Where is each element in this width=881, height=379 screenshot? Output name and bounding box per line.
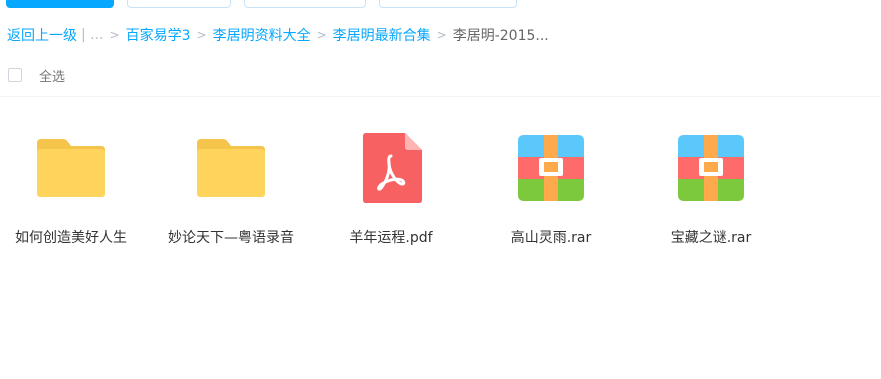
breadcrumb-item[interactable]: 李居明资料大全 <box>213 25 311 45</box>
file-name: 如何创造美好人生 <box>15 230 127 246</box>
my-devices-button[interactable] <box>379 0 517 8</box>
back-link[interactable]: 返回上一级 <box>7 25 77 45</box>
archive-icon <box>471 128 631 208</box>
file-item[interactable]: 羊年运程.pdf <box>311 120 471 260</box>
breadcrumb-separator-icon: > <box>436 28 447 42</box>
file-name: 宝藏之谜.rar <box>670 230 752 246</box>
breadcrumb-item[interactable]: 李居明最新合集 <box>333 25 431 45</box>
file-item[interactable]: 如何创造美好人生 <box>0 120 151 260</box>
breadcrumb-current: 李居明-2015... <box>452 28 549 44</box>
file-item[interactable]: 高山灵雨.rar <box>471 120 631 260</box>
offline-download-button[interactable] <box>244 0 366 8</box>
select-all-checkbox[interactable] <box>8 68 22 82</box>
select-all-label[interactable]: 全选 <box>39 66 65 85</box>
breadcrumb-separator-icon: > <box>316 28 327 42</box>
upload-button[interactable] <box>6 0 114 8</box>
breadcrumb-separator-icon: > <box>196 28 207 42</box>
select-all-row: 全选 <box>8 65 65 85</box>
toolbar <box>0 0 881 8</box>
archive-icon <box>631 128 791 208</box>
divider <box>0 96 881 97</box>
breadcrumb: 返回上一级 | ... > 百家易学3 > 李居明资料大全 > 李居明最新合集 … <box>7 25 549 45</box>
breadcrumb-separator-icon: > <box>109 28 120 42</box>
file-name: 妙论天下—粤语录音 <box>168 230 294 246</box>
new-folder-button[interactable] <box>127 0 231 8</box>
folder-icon <box>151 128 311 208</box>
breadcrumb-ellipsis[interactable]: | ... <box>81 27 104 43</box>
breadcrumb-item[interactable]: 百家易学3 <box>126 25 191 45</box>
file-item[interactable]: 妙论天下—粤语录音 <box>151 120 311 260</box>
file-name: 羊年运程.pdf <box>349 230 433 246</box>
file-browser: 返回上一级 | ... > 百家易学3 > 李居明资料大全 > 李居明最新合集 … <box>0 0 881 379</box>
file-name: 高山灵雨.rar <box>510 230 592 246</box>
file-item[interactable]: 宝藏之谜.rar <box>631 120 791 260</box>
folder-icon <box>0 128 151 208</box>
pdf-icon <box>311 128 471 208</box>
